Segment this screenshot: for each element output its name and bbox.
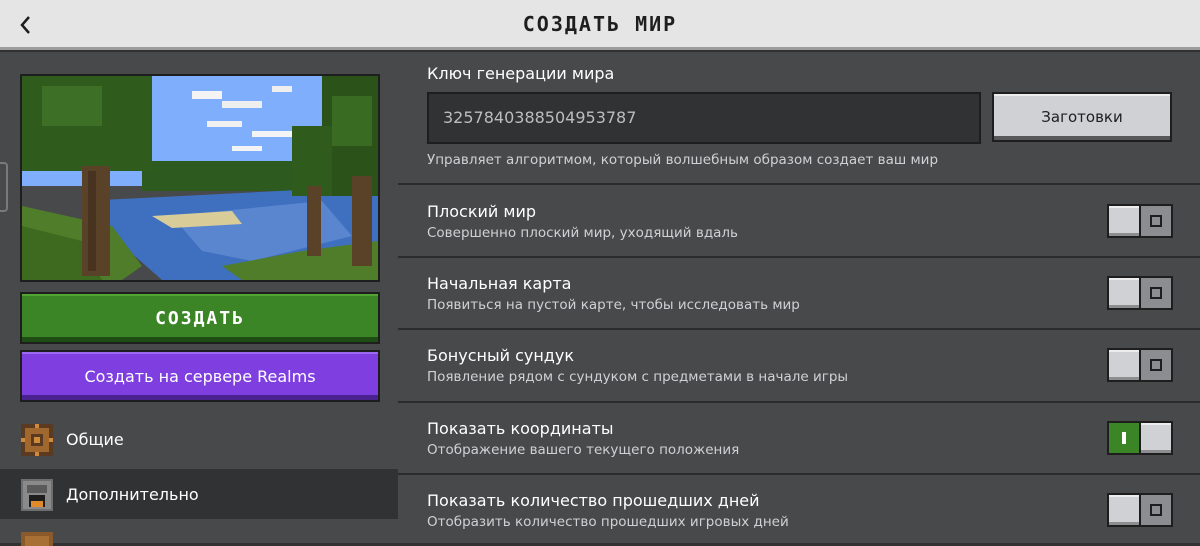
- nav-item-label: Дополнительно: [66, 484, 199, 504]
- divider: [398, 473, 1200, 475]
- chest-icon: [21, 532, 53, 546]
- option-desc-show-days: Отобразить количество прошедших игровых …: [427, 514, 789, 530]
- left-panel: СОЗДАТЬ Создать на сервере Realms Общие: [0, 52, 398, 546]
- toggle-bonus-chest[interactable]: [1107, 348, 1173, 382]
- divider: [398, 256, 1200, 258]
- world-preview-image: [20, 74, 380, 282]
- off-icon: [1141, 206, 1171, 236]
- furnace-icon: [21, 479, 53, 511]
- option-desc-show-coordinates: Отображение вашего текущего положения: [427, 442, 740, 458]
- toggle-starter-map[interactable]: [1107, 276, 1173, 310]
- toggle-flat-world[interactable]: [1107, 204, 1173, 238]
- seed-description: Управляет алгоритмом, который волшебным …: [427, 152, 939, 168]
- option-desc-starter-map: Появиться на пустой карте, чтобы исследо…: [427, 297, 800, 313]
- seed-input[interactable]: 3257840388504953787: [427, 92, 981, 144]
- option-title-starter-map: Начальная карта: [427, 274, 572, 293]
- header-bar: СОЗДАТЬ МИР: [0, 0, 1200, 50]
- toggle-knob: [1139, 421, 1173, 455]
- off-icon: [1141, 495, 1171, 525]
- toggle-knob: [1107, 276, 1141, 310]
- settings-panel: Ключ генерации мира 3257840388504953787 …: [398, 52, 1200, 543]
- divider: [398, 183, 1200, 185]
- toggle-show-coordinates[interactable]: [1107, 421, 1173, 455]
- create-button[interactable]: СОЗДАТЬ: [20, 292, 380, 344]
- toggle-knob: [1107, 348, 1141, 382]
- nav-item-general[interactable]: Общие: [0, 414, 398, 464]
- divider: [398, 328, 1200, 330]
- on-icon: [1109, 423, 1139, 453]
- gear-icon: [21, 424, 53, 456]
- option-desc-bonus-chest: Появление рядом с сундуком с предметами …: [427, 369, 849, 385]
- option-title-flat-world: Плоский мир: [427, 202, 537, 221]
- toggle-knob: [1107, 204, 1141, 238]
- side-tab-handle[interactable]: [0, 162, 8, 212]
- nav-item-partial[interactable]: [0, 526, 398, 546]
- nav-item-label: Общие: [66, 429, 124, 449]
- seed-label: Ключ генерации мира: [427, 64, 615, 83]
- page-title: СОЗДАТЬ МИР: [522, 12, 678, 36]
- option-desc-flat-world: Совершенно плоский мир, уходящий вдаль: [427, 225, 739, 241]
- off-icon: [1141, 350, 1171, 380]
- option-title-show-coordinates: Показать координаты: [427, 419, 614, 438]
- option-title-bonus-chest: Бонусный сундук: [427, 346, 574, 365]
- divider: [398, 401, 1200, 403]
- off-icon: [1141, 278, 1171, 308]
- toggle-knob: [1107, 493, 1141, 527]
- option-title-show-days: Показать количество прошедших дней: [427, 491, 760, 510]
- toggle-show-days[interactable]: [1107, 493, 1173, 527]
- create-on-realms-button[interactable]: Создать на сервере Realms: [20, 350, 380, 402]
- nav-item-advanced[interactable]: Дополнительно: [0, 469, 398, 519]
- presets-button[interactable]: Заготовки: [992, 92, 1172, 142]
